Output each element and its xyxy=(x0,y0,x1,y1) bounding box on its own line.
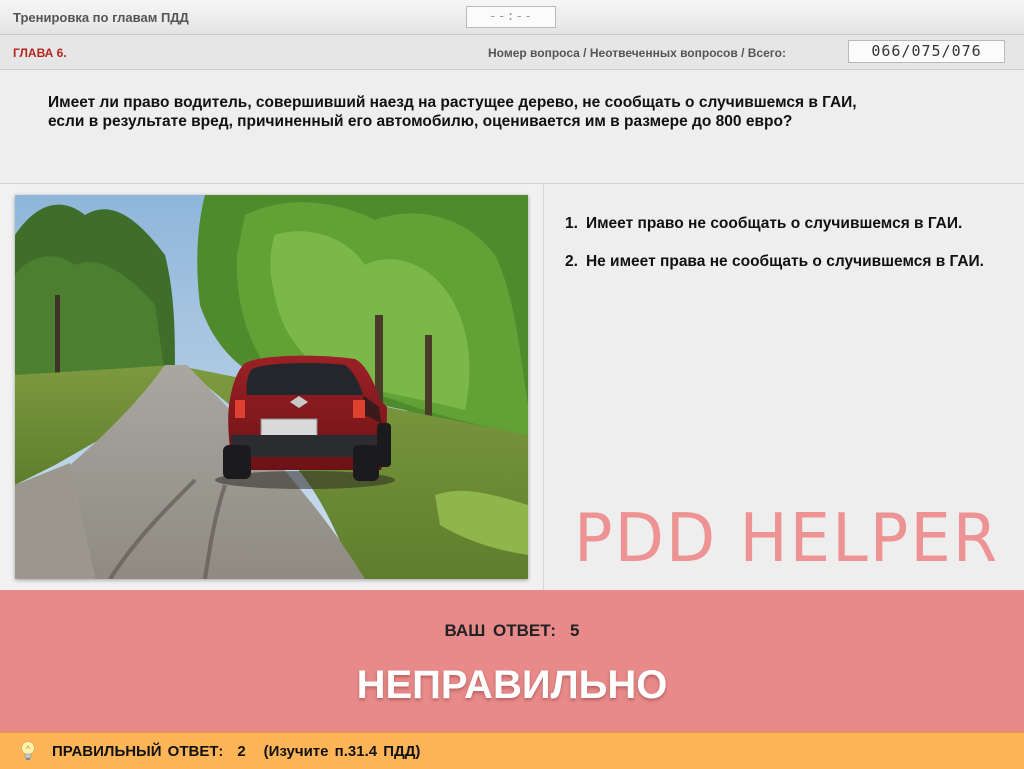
correct-answer-label: ПРАВИЛЬНЫЙ ОТВЕТ: xyxy=(52,743,224,760)
question-illustration xyxy=(15,195,528,579)
answer-option-1[interactable]: 1. Имеет право не сообщать о случившемся … xyxy=(565,214,1000,233)
your-answer-line: ВАШ ОТВЕТ: 5 xyxy=(0,621,1024,641)
result-panel: ВАШ ОТВЕТ: 5 НЕПРАВИЛЬНО xyxy=(0,590,1024,732)
rule-hint: (Изучите п.31.4 ПДД) xyxy=(263,743,421,760)
answers-panel: 1. Имеет право не сообщать о случившемся … xyxy=(544,184,1024,590)
title-bar: Тренировка по главам ПДД --:-- xyxy=(0,0,1024,35)
answer-number: 1. xyxy=(565,215,578,232)
answer-option-2[interactable]: 2. Не имеет права не сообщать о случившем… xyxy=(565,252,1000,271)
question-area: Имеет ли право водитель, совершивший нае… xyxy=(0,70,1024,184)
info-bar: ГЛАВА 6. Номер вопроса / Неотвеченных во… xyxy=(0,35,1024,70)
verdict-text: НЕПРАВИЛЬНО xyxy=(356,663,668,707)
image-panel xyxy=(0,184,544,590)
your-answer-value: 5 xyxy=(570,621,580,640)
correct-answer-text: ПРАВИЛЬНЫЙ ОТВЕТ: 2 (Изучите п.31.4 ПДД) xyxy=(52,743,420,760)
correct-answer-value: 2 xyxy=(237,743,246,760)
watermark-logo: PDD HELPER xyxy=(574,500,1000,578)
answer-text: Не имеет права не сообщать о случившемся… xyxy=(585,253,984,270)
answer-text: Имеет право не сообщать о случившемся в … xyxy=(585,215,963,232)
question-counter: 066/075/076 xyxy=(848,40,1005,63)
question-counter-label: Номер вопроса / Неотвеченных вопросов / … xyxy=(488,46,786,60)
app-title: Тренировка по главам ПДД xyxy=(13,10,189,25)
your-answer-label: ВАШ ОТВЕТ: xyxy=(444,621,557,640)
lightbulb-icon xyxy=(21,741,35,760)
answer-number: 2. xyxy=(565,253,578,270)
chapter-label: ГЛАВА 6. xyxy=(13,46,67,60)
question-text: Имеет ли право водитель, совершивший нае… xyxy=(48,94,857,130)
correct-answer-bar: ПРАВИЛЬНЫЙ ОТВЕТ: 2 (Изучите п.31.4 ПДД) xyxy=(0,732,1024,769)
timer-display: --:-- xyxy=(466,6,556,28)
